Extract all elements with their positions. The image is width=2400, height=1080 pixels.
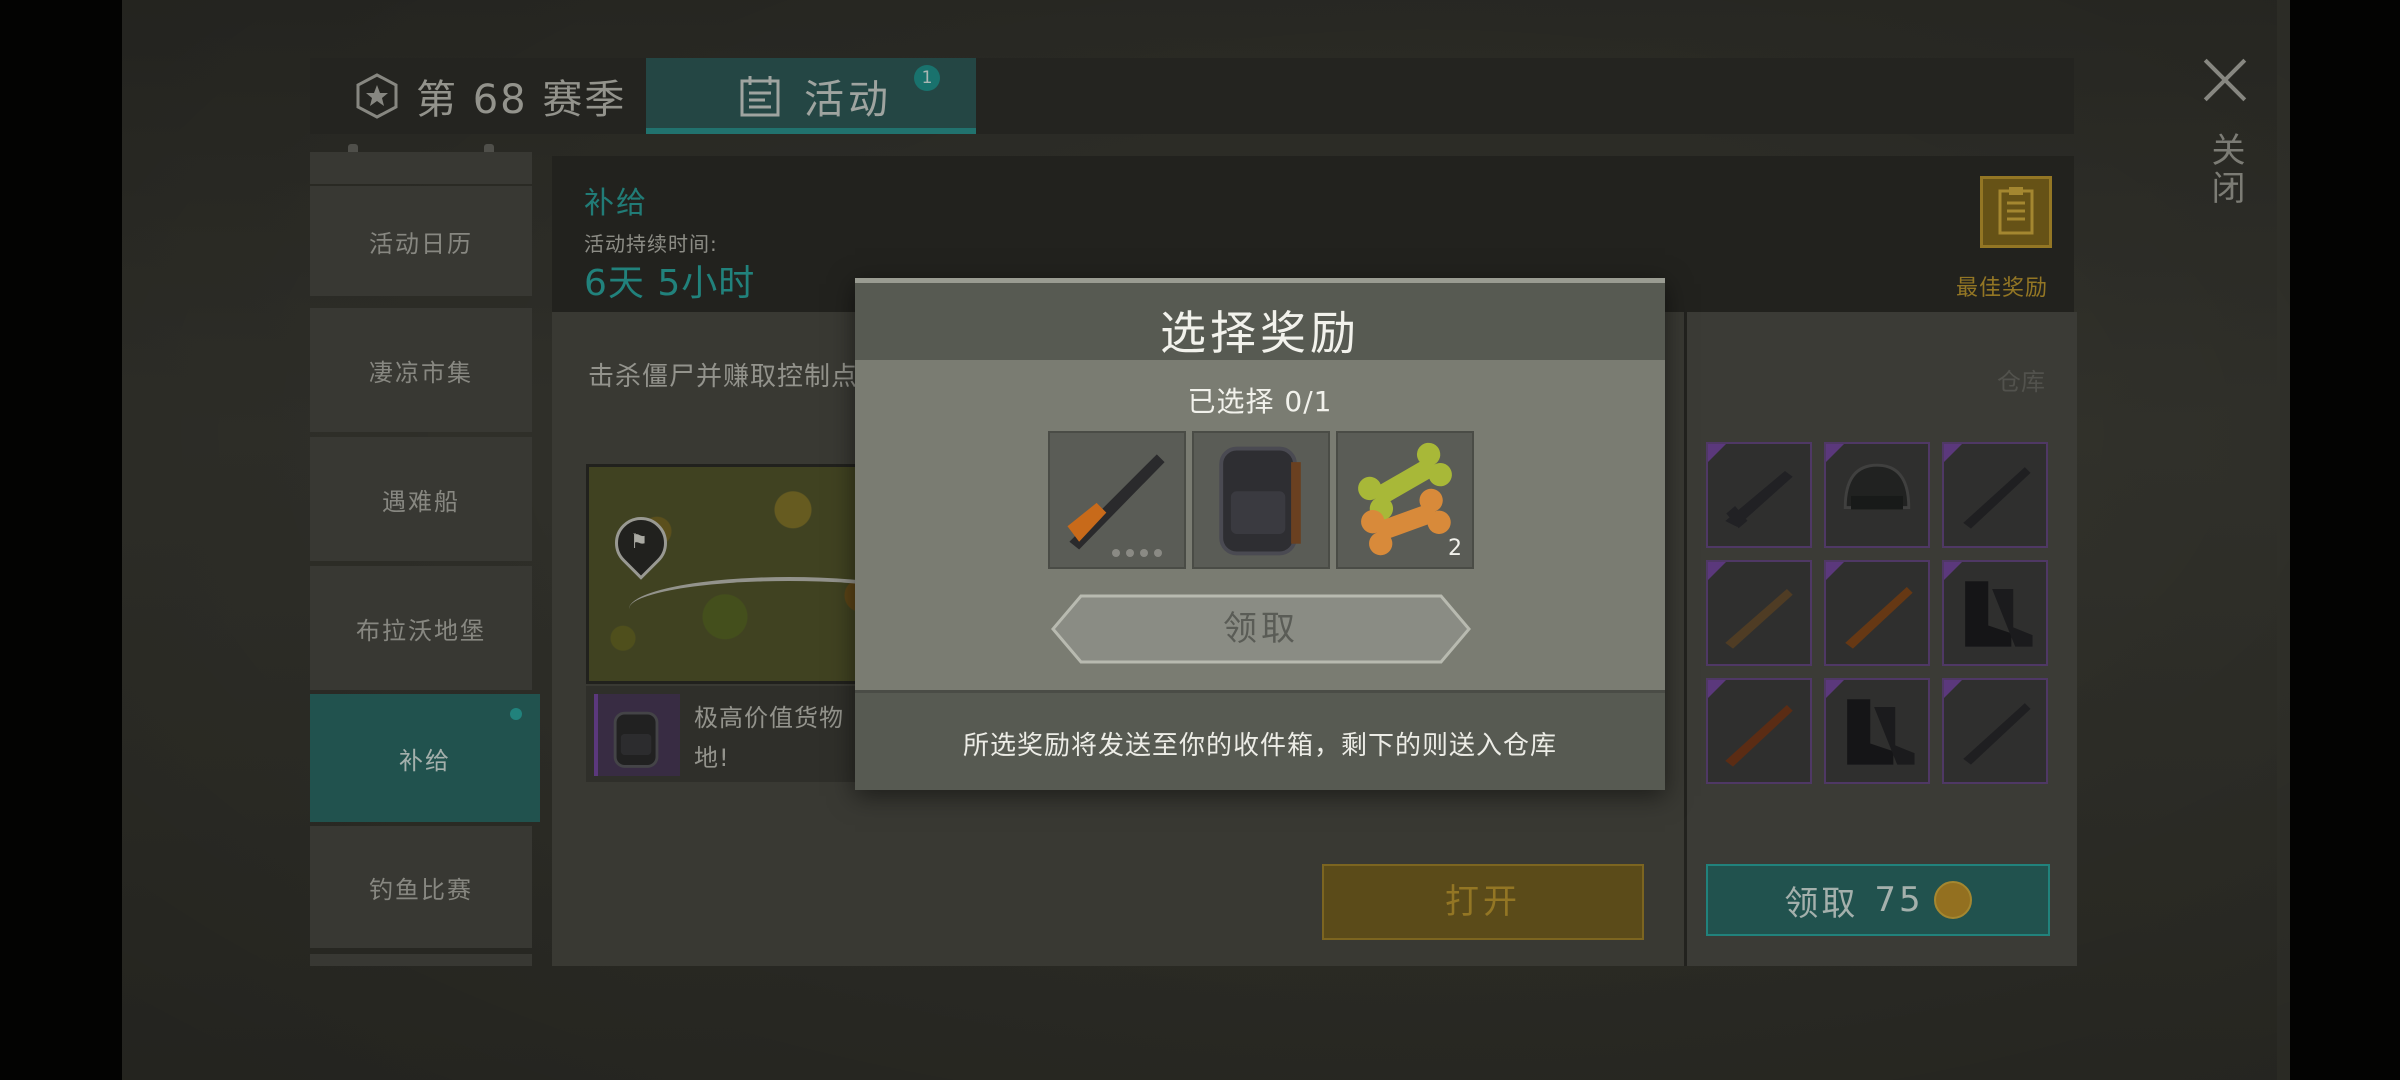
receive-button[interactable]: 领取 — [1051, 594, 1471, 664]
receive-button-label: 领取 — [1223, 609, 1299, 649]
select-reward-dialog: 选择奖励 已选择 0/1 2 领取 所选奖励将发送至你的收件箱，剩下的则送入仓库 — [855, 278, 1665, 790]
dialog-header: 选择奖励 — [855, 278, 1665, 360]
reward-option-dog-treat[interactable]: 2 — [1336, 431, 1474, 569]
rifle-icon — [1067, 454, 1165, 550]
dialog-footer: 所选奖励将发送至你的收件箱，剩下的则送入仓库 — [855, 690, 1665, 790]
backpack-icon — [1219, 446, 1301, 556]
reward-option-backpack[interactable] — [1192, 431, 1330, 569]
footer-note: 所选奖励将发送至你的收件箱，剩下的则送入仓库 — [962, 731, 1557, 761]
item-count: 2 — [1448, 536, 1462, 561]
rarity-dots — [1112, 549, 1162, 557]
selection-count: 已选择 0/1 — [1187, 385, 1333, 418]
dialog-title: 选择奖励 — [1160, 306, 1360, 360]
reward-option-rifle[interactable] — [1048, 431, 1186, 569]
